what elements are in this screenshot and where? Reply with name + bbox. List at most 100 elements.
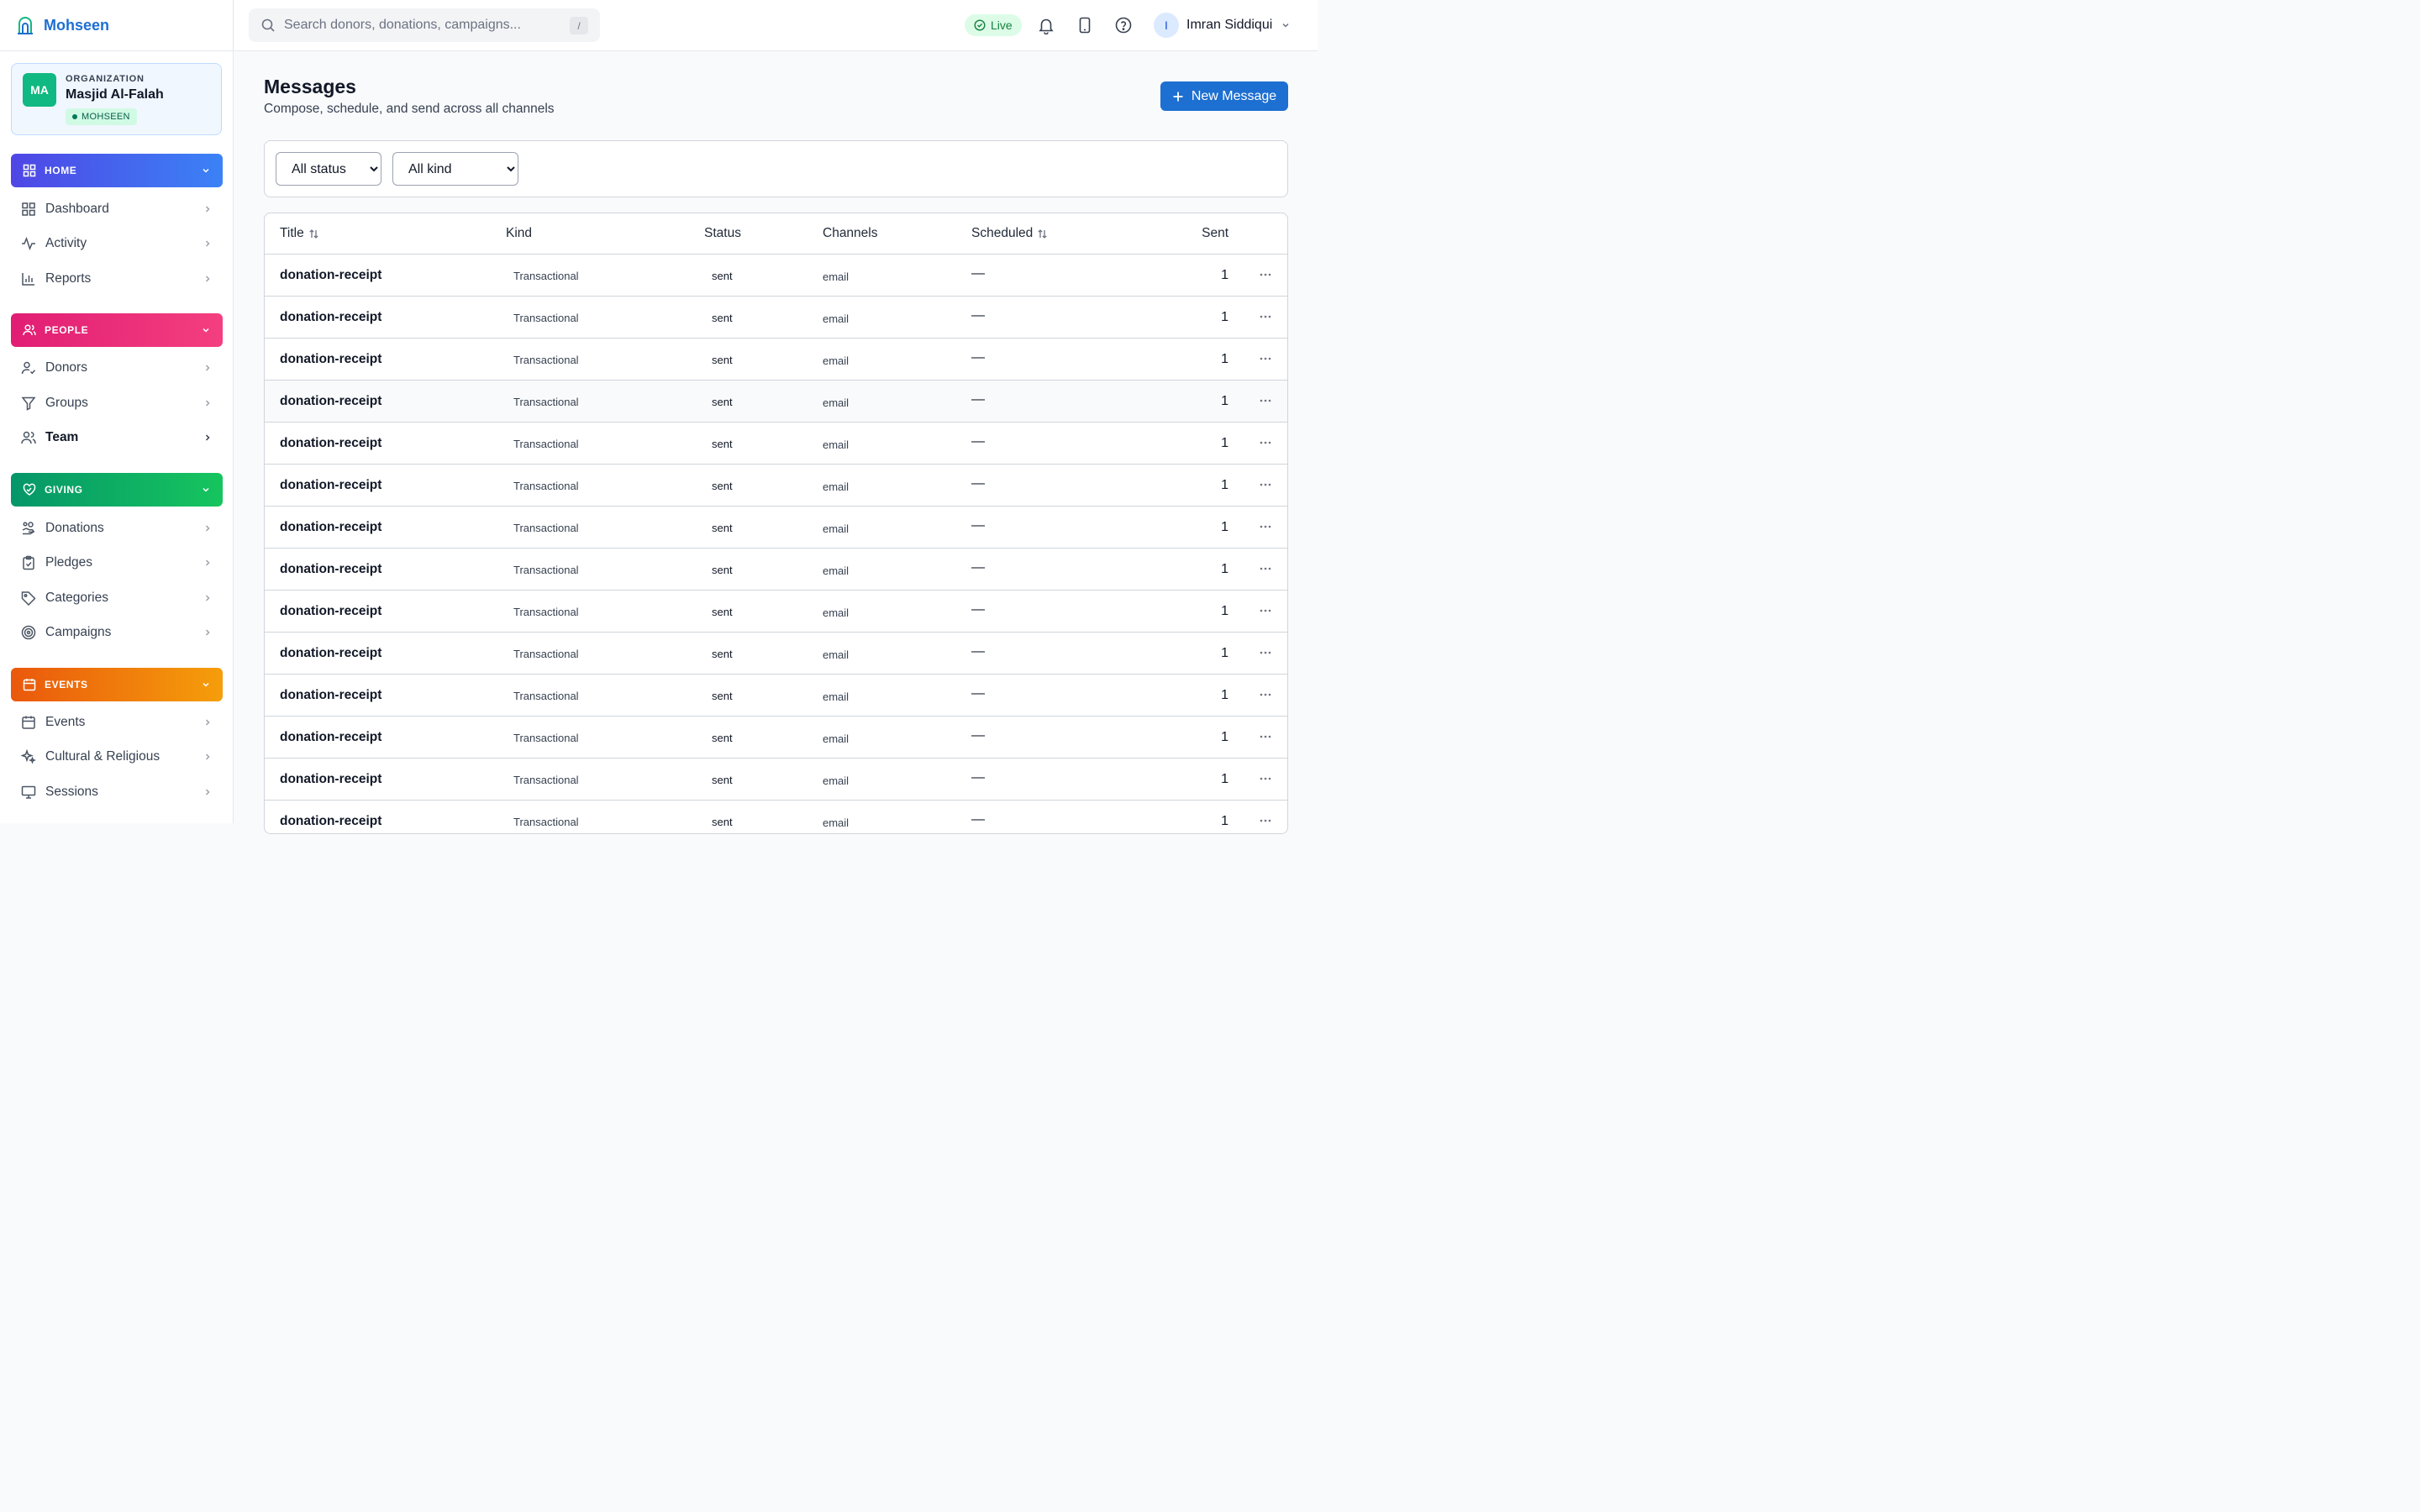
table-row[interactable]: donation-receipt Transactional sent email — 1	[265, 507, 1287, 549]
more-actions-icon[interactable]	[1259, 772, 1272, 785]
more-actions-icon[interactable]	[1259, 814, 1272, 827]
message-title[interactable]: donation-receipt	[280, 478, 381, 493]
page-subtitle: Compose, schedule, and send across all c…	[264, 102, 555, 116]
message-title[interactable]: donation-receipt	[280, 520, 381, 535]
table-row[interactable]: donation-receipt Transactional sent email — 1	[265, 717, 1287, 759]
message-title[interactable]: donation-receipt	[280, 394, 381, 409]
more-actions-icon[interactable]	[1259, 604, 1272, 617]
table-row[interactable]: donation-receipt Transactional sent email — 1	[265, 465, 1287, 507]
team-icon	[21, 431, 36, 444]
more-actions-icon[interactable]	[1259, 646, 1272, 659]
channel-label: email	[823, 648, 850, 661]
kind-filter-select[interactable]: All kind	[392, 152, 518, 186]
table-header: Title Kind Status Channels Scheduled Sen…	[265, 213, 1287, 255]
section-giving[interactable]: GIVING	[11, 473, 223, 507]
search-input[interactable]	[284, 18, 561, 33]
column-title[interactable]: Title	[280, 226, 319, 241]
status-filter-select[interactable]: All status	[276, 152, 381, 186]
kind-badge: Transactional	[513, 438, 579, 450]
sidebar-item-team[interactable]: Team	[11, 423, 223, 453]
message-title[interactable]: donation-receipt	[280, 688, 381, 703]
sidebar-item-groups[interactable]: Groups	[11, 388, 223, 418]
kind-badge: Transactional	[513, 690, 579, 702]
message-title[interactable]: donation-receipt	[280, 772, 381, 787]
status-badge: sent	[712, 774, 733, 786]
table-row[interactable]: donation-receipt Transactional sent email — 1	[265, 675, 1287, 717]
more-actions-icon[interactable]	[1259, 394, 1272, 407]
section-home[interactable]: HOME	[11, 154, 223, 187]
table-row[interactable]: donation-receipt Transactional sent email — 1	[265, 339, 1287, 381]
brand[interactable]: Mohseen	[0, 0, 233, 51]
organization-card[interactable]: MA ORGANIZATION Masjid Al-Falah MOHSEEN	[11, 63, 222, 135]
sidebar-item-reports[interactable]: Reports	[11, 264, 223, 294]
message-title[interactable]: donation-receipt	[280, 310, 381, 325]
status-badge: sent	[712, 270, 733, 282]
sent-count: 1	[1221, 268, 1228, 282]
message-title[interactable]: donation-receipt	[280, 814, 381, 829]
more-actions-icon[interactable]	[1259, 352, 1272, 365]
sidebar-item-events[interactable]: Events	[11, 707, 223, 738]
scheduled-value: —	[971, 728, 985, 743]
sidebar-item-campaigns[interactable]: Campaigns	[11, 617, 223, 648]
user-menu[interactable]: I Imran Siddiqui	[1154, 13, 1291, 38]
column-channels-label: Channels	[823, 226, 878, 240]
sidebar-item-label: Groups	[45, 396, 88, 410]
message-title[interactable]: donation-receipt	[280, 604, 381, 619]
table-row[interactable]: donation-receipt Transactional sent email — 1	[265, 549, 1287, 591]
table-row[interactable]: donation-receipt Transactional sent email — 1	[265, 759, 1287, 801]
section-people-label: PEOPLE	[45, 324, 89, 336]
sort-icon	[1038, 228, 1047, 239]
mobile-device-icon[interactable]	[1076, 16, 1094, 34]
sidebar-item-dashboard[interactable]: Dashboard	[11, 194, 223, 224]
filter-bar: All status All kind	[264, 140, 1288, 197]
message-title[interactable]: donation-receipt	[280, 436, 381, 451]
more-actions-icon[interactable]	[1259, 478, 1272, 491]
chevron-right-icon	[205, 525, 210, 532]
sidebar-item-donations[interactable]: Donations	[11, 513, 223, 543]
bar-chart-icon	[22, 273, 34, 286]
table-row[interactable]: donation-receipt Transactional sent email — 1	[265, 255, 1287, 297]
status-badge: sent	[712, 312, 733, 324]
sidebar-item-categories[interactable]: Categories	[11, 583, 223, 613]
section-people[interactable]: PEOPLE	[11, 313, 223, 347]
chevron-right-icon	[205, 719, 210, 726]
message-title[interactable]: donation-receipt	[280, 730, 381, 745]
bell-icon[interactable]	[1037, 16, 1055, 34]
sent-count: 1	[1221, 352, 1228, 366]
table-row[interactable]: donation-receipt Transactional sent email — 1	[265, 297, 1287, 339]
message-title[interactable]: donation-receipt	[280, 646, 381, 661]
channel-label: email	[823, 774, 850, 787]
table-row[interactable]: donation-receipt Transactional sent email — 1	[265, 423, 1287, 465]
status-badge: sent	[712, 648, 733, 660]
sidebar-item-cultural-religious[interactable]: Cultural & Religious	[11, 742, 223, 772]
table-row[interactable]: donation-receipt Transactional sent email — 1	[265, 591, 1287, 633]
help-icon[interactable]	[1114, 16, 1133, 34]
table-row[interactable]: donation-receipt Transactional sent email — 1	[265, 801, 1287, 833]
kind-badge: Transactional	[513, 606, 579, 618]
more-actions-icon[interactable]	[1259, 730, 1272, 743]
search-box[interactable]: /	[249, 8, 600, 42]
more-actions-icon[interactable]	[1259, 436, 1272, 449]
status-badge: sent	[712, 354, 733, 366]
status-badge: sent	[712, 606, 733, 618]
message-title[interactable]: donation-receipt	[280, 562, 381, 577]
sidebar-item-pledges[interactable]: Pledges	[11, 548, 223, 578]
column-scheduled[interactable]: Scheduled	[971, 226, 1048, 241]
sidebar-item-donors[interactable]: Donors	[11, 353, 223, 383]
sent-count: 1	[1221, 814, 1228, 828]
more-actions-icon[interactable]	[1259, 562, 1272, 575]
new-message-button[interactable]: New Message	[1160, 81, 1288, 111]
table-row[interactable]: donation-receipt Transactional sent email — 1	[265, 381, 1287, 423]
more-actions-icon[interactable]	[1259, 520, 1272, 533]
table-row[interactable]: donation-receipt Transactional sent email — 1	[265, 633, 1287, 675]
sidebar-item-activity[interactable]: Activity	[11, 228, 223, 259]
sidebar-item-sessions[interactable]: Sessions	[11, 777, 223, 807]
more-actions-icon[interactable]	[1259, 268, 1272, 281]
sort-icon	[309, 228, 318, 239]
more-actions-icon[interactable]	[1259, 688, 1272, 701]
sent-count: 1	[1221, 688, 1228, 702]
message-title[interactable]: donation-receipt	[280, 352, 381, 367]
more-actions-icon[interactable]	[1259, 310, 1272, 323]
section-events[interactable]: EVENTS	[11, 668, 223, 701]
message-title[interactable]: donation-receipt	[280, 268, 381, 283]
